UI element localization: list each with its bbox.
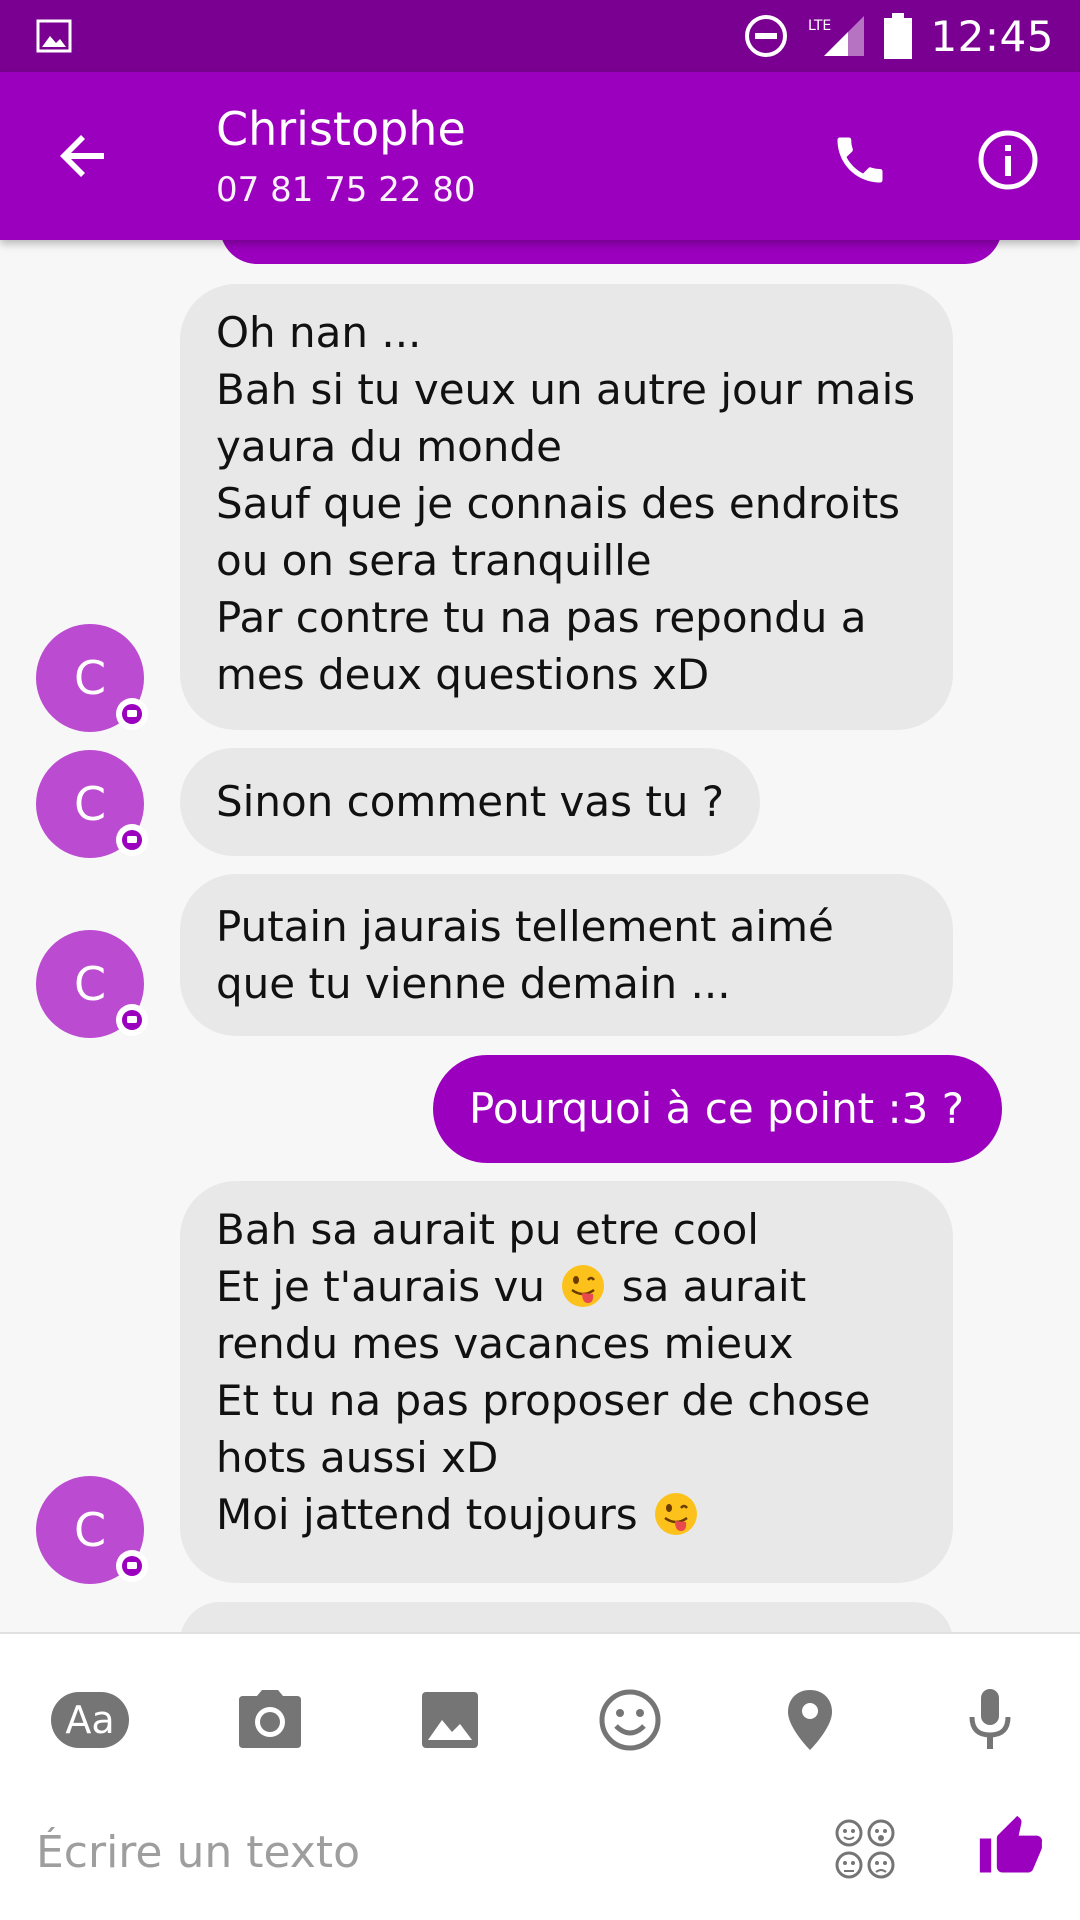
info-icon (978, 130, 1038, 190)
tongue-out-emoji-icon (562, 1265, 605, 1307)
network-type-label: LTE (808, 18, 831, 34)
microphone-button[interactable] (948, 1678, 1032, 1762)
message-text-line: ou on sera tranquille (216, 536, 652, 585)
call-button[interactable] (820, 120, 900, 200)
message-text-line: Et tu na pas proposer de chose (216, 1376, 871, 1425)
message-text-segment: sa aurait (621, 1262, 807, 1311)
message-text-line: mes deux questions xD (216, 650, 710, 699)
contact-avatar[interactable]: C (36, 624, 148, 732)
incoming-message-bubble[interactable]: Putain jaurais tellement aimé que tu vie… (180, 874, 953, 1036)
avatar-initial: C (73, 1503, 107, 1557)
contact-avatar[interactable]: C (36, 1476, 148, 1584)
message-text-input[interactable] (36, 1812, 796, 1892)
gallery-icon (36, 19, 72, 53)
contact-avatar[interactable]: C (36, 930, 148, 1038)
message-list[interactable]: Oh nan ... Bah si tu veux un autre jour … (0, 240, 1080, 1632)
message-text-line: Oh nan ... (216, 308, 422, 357)
previous-outgoing-bubble (220, 240, 1002, 264)
message-text-line: Putain jaurais tellement aimé (216, 902, 834, 951)
message-composer: Aa (0, 1632, 1080, 1920)
message-text-line: que tu vienne demain ... (216, 959, 731, 1008)
message-text-line: Pourquoi à ce point :3 ? (469, 1084, 965, 1133)
message-text-line: Sinon comment vas tu ? (216, 777, 725, 826)
message-text-line: yaura du monde (216, 422, 562, 471)
conversation-header: Christophe 07 81 75 22 80 (0, 72, 1080, 240)
location-button[interactable] (768, 1678, 852, 1762)
image-icon (422, 1692, 478, 1748)
image-button[interactable] (408, 1678, 492, 1762)
status-icons: LTE 12:45 (744, 0, 1054, 72)
back-button[interactable] (48, 120, 120, 192)
status-bar: LTE 12:45 (0, 0, 1080, 72)
location-icon (788, 1690, 832, 1750)
incoming-message-bubble[interactable]: Sinon comment vas tu ? (180, 748, 760, 856)
back-arrow-icon (60, 135, 104, 177)
messenger-badge-icon (116, 1550, 148, 1582)
emoji-icon (599, 1689, 661, 1751)
message-text-line: Bah si tu veux un autre jour mais (216, 365, 916, 414)
avatar-initial: C (73, 777, 107, 831)
message-text-line: Sauf que je connais des endroits (216, 479, 901, 528)
message-text-line: Bah sa aurait pu etre cool (216, 1205, 759, 1254)
messenger-badge-icon (116, 824, 148, 856)
tongue-out-emoji-icon (655, 1493, 698, 1535)
message-text-line: rendu mes vacances mieux (216, 1319, 794, 1368)
contact-phone-number: 07 81 75 22 80 (216, 170, 476, 210)
stickers-icon (835, 1819, 895, 1879)
stickers-button[interactable] (826, 1810, 904, 1888)
text-format-label: Aa (65, 1698, 115, 1742)
text-format-icon: Aa (51, 1692, 129, 1748)
do-not-disturb-icon (745, 15, 788, 57)
incoming-message-bubble[interactable]: Oh nan ... Bah si tu veux un autre jour … (180, 284, 953, 730)
avatar-initial: C (73, 957, 107, 1011)
contact-name[interactable]: Christophe (216, 102, 466, 156)
contact-avatar[interactable]: C (36, 750, 148, 858)
text-format-button[interactable]: Aa (48, 1678, 132, 1762)
messenger-badge-icon (116, 698, 148, 730)
send-like-button[interactable] (968, 1804, 1054, 1890)
message-text-line: Et je t'aurais vu sa aurait (216, 1258, 917, 1315)
emoji-button[interactable] (588, 1678, 672, 1762)
message-text-segment: Et je t'aurais vu (216, 1262, 545, 1311)
camera-button[interactable] (228, 1678, 312, 1762)
incoming-message-bubble[interactable]: Bah sa aurait pu etre cool Et je t'aurai… (180, 1181, 953, 1583)
thumbs-up-icon (979, 1815, 1043, 1873)
battery-icon (884, 13, 913, 59)
message-text-line: hots aussi xD (216, 1433, 499, 1482)
camera-icon (239, 1690, 301, 1748)
message-text-segment: Moi jattend toujours (216, 1490, 638, 1539)
info-button[interactable] (968, 120, 1048, 200)
next-incoming-bubble (180, 1602, 953, 1632)
microphone-icon (969, 1689, 1011, 1749)
message-text-line: Par contre tu na pas repondu a (216, 593, 867, 642)
status-time: 12:45 (930, 11, 1054, 61)
message-text-line: Moi jattend toujours (216, 1486, 917, 1543)
avatar-initial: C (73, 651, 107, 705)
phone-icon (837, 137, 883, 183)
messenger-badge-icon (116, 1004, 148, 1036)
signal-icon: LTE (808, 16, 865, 56)
outgoing-message-bubble[interactable]: Pourquoi à ce point :3 ? (433, 1055, 1002, 1163)
